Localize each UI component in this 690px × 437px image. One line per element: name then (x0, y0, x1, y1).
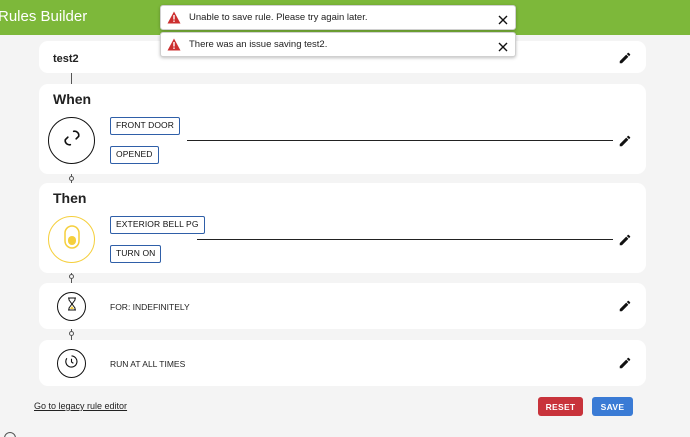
app-title: Rules Builder (0, 8, 88, 25)
duration-card: FOR: INDEFINITELY (39, 283, 646, 329)
schedule-circle[interactable] (57, 349, 86, 378)
toast-message: There was an issue saving test2. (189, 39, 328, 50)
duration-text: FOR: INDEFINITELY (110, 302, 190, 312)
then-action-circle[interactable] (48, 216, 95, 263)
when-divider (187, 140, 613, 141)
when-title: When (53, 91, 92, 107)
warning-triangle-icon (167, 38, 181, 51)
reset-button[interactable]: RESET (538, 397, 583, 416)
then-title: Then (53, 190, 87, 206)
duration-circle[interactable] (57, 292, 86, 321)
then-card: Then EXTERIOR BELL PG TURN ON (39, 183, 646, 273)
help-icon[interactable] (4, 432, 16, 437)
when-device-chip[interactable]: FRONT DOOR (110, 117, 180, 135)
edit-schedule-pencil-icon[interactable] (618, 356, 632, 370)
save-button[interactable]: SAVE (592, 397, 633, 416)
hourglass-icon (66, 297, 78, 316)
connector-node (69, 331, 74, 336)
connector-line (71, 73, 72, 84)
then-device-chip[interactable]: EXTERIOR BELL PG (110, 216, 205, 234)
schedule-text: RUN AT ALL TIMES (110, 359, 186, 369)
edit-duration-pencil-icon[interactable] (618, 299, 632, 313)
light-switch-icon (63, 225, 80, 254)
rule-name: test2 (53, 53, 79, 65)
when-card: When FRONT DOOR OPENED (39, 84, 646, 174)
toast-message: Unable to save rule. Please try again la… (189, 12, 368, 23)
edit-rule-name-pencil-icon[interactable] (618, 51, 632, 65)
link-icon (62, 128, 82, 153)
clock-icon (65, 354, 78, 373)
when-trigger-circle[interactable] (48, 117, 95, 164)
connector-node (69, 274, 74, 279)
close-icon[interactable] (498, 39, 508, 52)
when-state-chip[interactable]: OPENED (110, 146, 159, 164)
then-divider (197, 239, 613, 240)
then-action-chip[interactable]: TURN ON (110, 245, 162, 263)
warning-triangle-icon (167, 11, 181, 24)
close-icon[interactable] (498, 12, 508, 25)
connector-node (69, 176, 74, 181)
edit-when-pencil-icon[interactable] (618, 134, 632, 148)
error-toast: Unable to save rule. Please try again la… (160, 5, 516, 30)
legacy-editor-link[interactable]: Go to legacy rule editor (34, 401, 127, 411)
error-toast: There was an issue saving test2. (160, 32, 516, 57)
edit-then-pencil-icon[interactable] (618, 233, 632, 247)
schedule-card: RUN AT ALL TIMES (39, 340, 646, 386)
